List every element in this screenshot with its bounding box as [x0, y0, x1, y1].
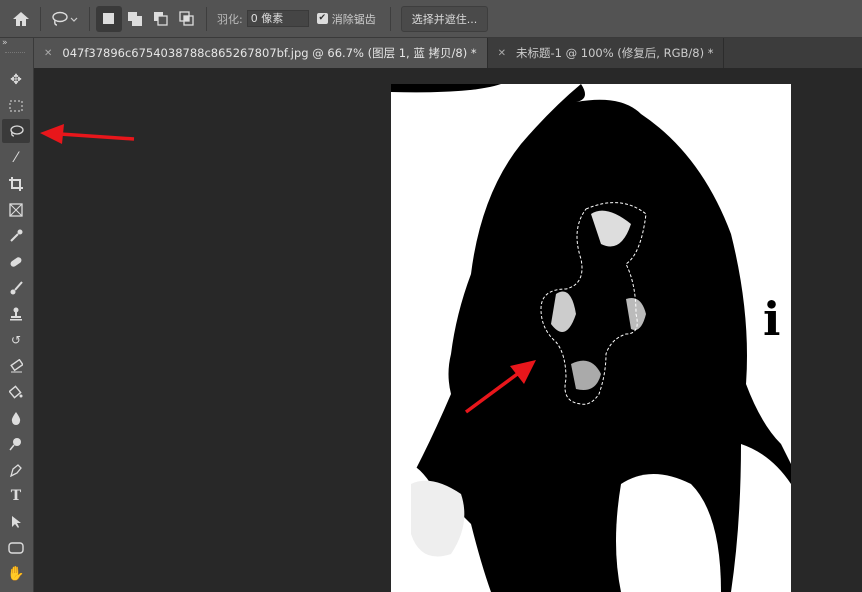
lasso-tool[interactable] [2, 119, 30, 143]
move-icon: ✥ [10, 72, 22, 88]
hand-tool[interactable]: ✋ [2, 562, 30, 586]
eyedropper-icon [10, 229, 23, 242]
eyedropper-tool[interactable] [2, 224, 30, 248]
intersect-selection-button[interactable] [174, 6, 200, 32]
close-icon[interactable]: ✕ [498, 48, 506, 59]
add-selection-icon [128, 11, 142, 26]
arrow-cursor-icon [12, 516, 21, 528]
tab-document-1[interactable]: ✕ 047f37896c6754038788c865267807bf.jpg @ … [34, 38, 488, 68]
panel-grip[interactable] [5, 52, 25, 55]
divider [89, 6, 90, 31]
tools-panel: » ✥ ⁄ ↺ T ✋ [0, 38, 34, 592]
tab-label: 047f37896c6754038788c865267807bf.jpg @ 6… [62, 46, 477, 60]
subtract-selection-button[interactable] [148, 6, 174, 32]
history-brush-tool[interactable]: ↺ [2, 328, 30, 352]
bandage-icon [10, 257, 22, 267]
brush-icon [10, 281, 23, 295]
divider [389, 6, 391, 31]
document-image[interactable]: i [391, 84, 791, 592]
subtract-selection-icon [154, 11, 168, 26]
rect-marquee-tool[interactable] [2, 94, 30, 118]
annotation-arrow-left [40, 124, 135, 144]
background-letter: i [763, 292, 781, 346]
paint-bucket-icon [9, 385, 23, 399]
home-icon [13, 11, 29, 26]
new-selection-button[interactable] [96, 5, 122, 32]
divider [206, 6, 207, 31]
home-button[interactable] [8, 6, 34, 32]
collapse-toolbar-button[interactable]: » [2, 38, 8, 48]
crop-tool[interactable] [2, 172, 30, 196]
drop-icon [11, 412, 21, 425]
path-selection-tool[interactable] [2, 510, 30, 534]
history-brush-icon: ↺ [10, 333, 22, 347]
annotation-arrow-diagonal [464, 360, 536, 414]
pen-tool[interactable] [2, 458, 30, 482]
magic-wand-icon: ⁄ [14, 150, 18, 166]
lasso-icon [52, 11, 78, 26]
clone-stamp-tool[interactable] [2, 302, 30, 326]
close-icon[interactable]: ✕ [44, 48, 52, 59]
new-selection-icon [103, 12, 114, 24]
healing-brush-tool[interactable] [2, 250, 30, 274]
antialias-label: 消除锯齿 [331, 12, 376, 26]
brush-tool[interactable] [2, 276, 30, 300]
photo-silhouette [391, 84, 791, 592]
rounded-rect-icon [8, 542, 24, 554]
stamp-icon [10, 307, 22, 321]
crop-icon [9, 177, 23, 191]
lasso-icon [10, 125, 24, 137]
tab-document-2[interactable]: ✕ 未标题-1 @ 100% (修复后, RGB/8) * [488, 38, 725, 68]
antialias-checkbox[interactable]: ✔ [316, 13, 328, 24]
paint-bucket-tool[interactable] [2, 380, 30, 404]
frame-tool[interactable] [2, 198, 30, 222]
dodge-tool[interactable] [2, 432, 30, 456]
type-icon: T [10, 488, 22, 504]
add-selection-button[interactable] [122, 6, 148, 32]
document-tabs: ✕ 047f37896c6754038788c865267807bf.jpg @ … [34, 38, 862, 68]
select-and-mask-button[interactable]: 选择并遮住... [400, 5, 489, 32]
canvas-area[interactable]: i [35, 68, 862, 592]
eraser-icon [10, 359, 23, 373]
type-tool[interactable]: T [2, 484, 30, 508]
divider [40, 6, 41, 31]
hand-icon: ✋ [7, 566, 25, 582]
frame-icon [9, 203, 23, 217]
tab-label: 未标题-1 @ 100% (修复后, RGB/8) * [516, 46, 714, 60]
magic-wand-tool[interactable]: ⁄ [2, 146, 30, 170]
pen-icon [10, 464, 22, 477]
dodge-icon [9, 438, 21, 451]
tool-preset-picker[interactable] [47, 6, 83, 32]
feather-input[interactable]: 0 像素 [246, 10, 309, 27]
eraser-tool[interactable] [2, 354, 30, 378]
move-tool[interactable]: ✥ [2, 68, 30, 92]
rect-marquee-icon [9, 100, 23, 112]
blur-tool[interactable] [2, 406, 30, 430]
feather-label: 羽化: [217, 12, 243, 26]
intersect-selection-icon [179, 10, 194, 26]
rectangle-tool[interactable] [2, 536, 30, 560]
options-bar: 羽化: 0 像素 ✔ 消除锯齿 选择并遮住... [0, 0, 862, 38]
